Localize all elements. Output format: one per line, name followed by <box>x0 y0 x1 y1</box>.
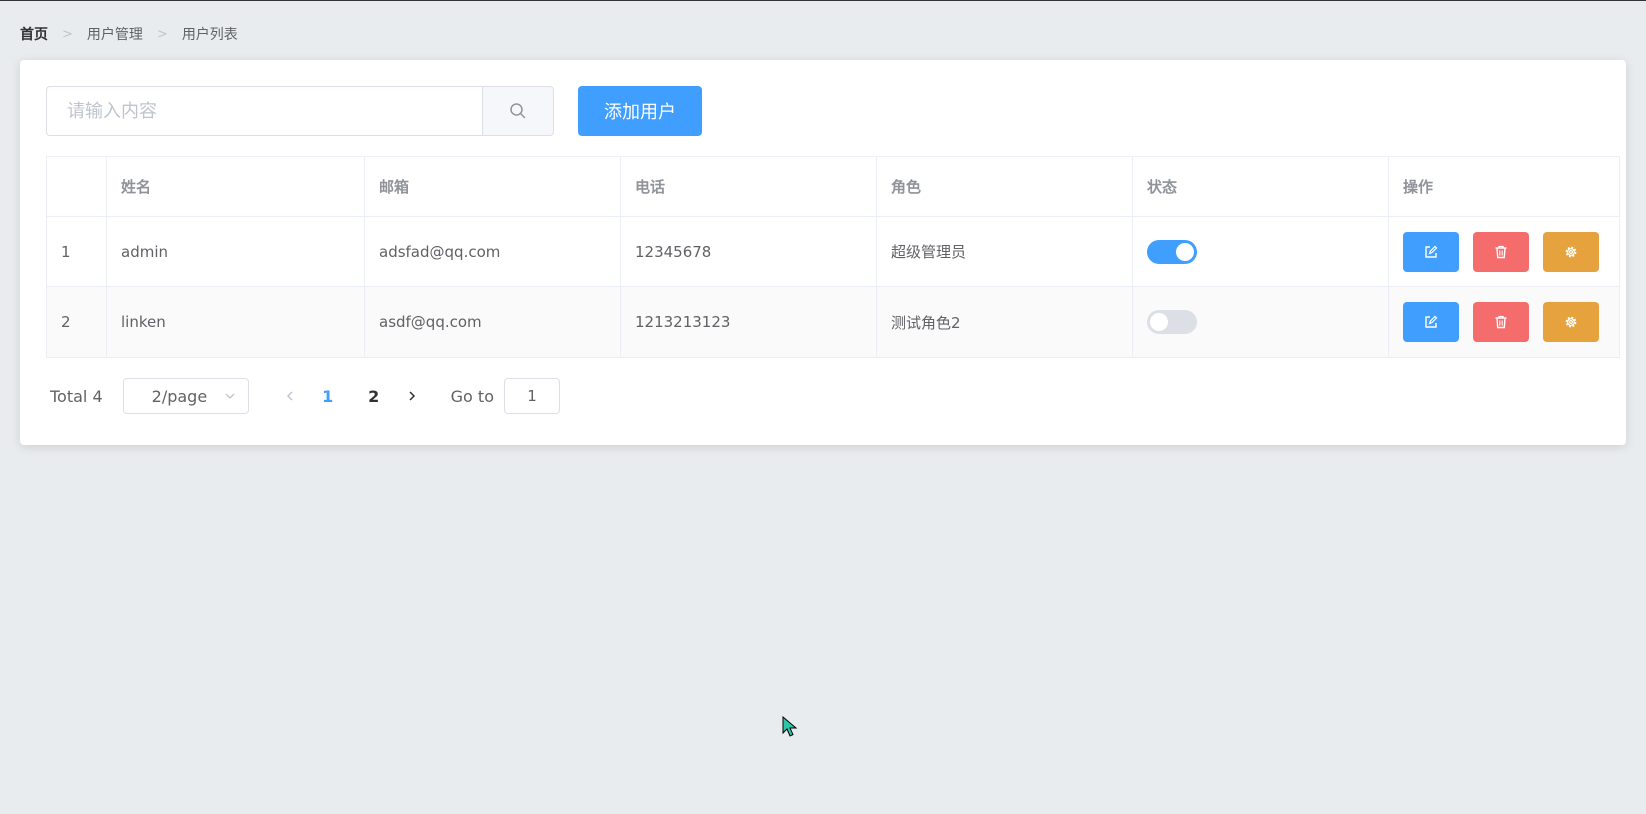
status-toggle[interactable] <box>1147 310 1197 334</box>
search-input[interactable] <box>46 86 482 136</box>
search-button[interactable] <box>482 86 554 136</box>
user-list-card: 添加用户 姓名 邮箱 电话 角色 状态 操作 1 admin adsfad@qq… <box>20 60 1626 445</box>
add-user-button[interactable]: 添加用户 <box>578 86 702 136</box>
header-phone: 电话 <box>621 157 877 216</box>
pagination-total: Total 4 <box>50 386 103 406</box>
row-status <box>1133 217 1389 286</box>
header-name: 姓名 <box>107 157 365 216</box>
header-status: 状态 <box>1133 157 1389 216</box>
edit-button[interactable] <box>1403 231 1459 272</box>
status-toggle[interactable] <box>1147 239 1197 264</box>
page-number-2[interactable]: 2 <box>351 387 397 406</box>
chevron-down-icon <box>225 393 235 399</box>
breadcrumb-user-list: 用户列表 <box>181 27 238 43</box>
delete-button[interactable] <box>1473 302 1529 342</box>
edit-icon <box>1425 315 1438 328</box>
chevron-right-icon <box>409 391 415 401</box>
chevron-right-icon: > <box>62 26 73 42</box>
settings-button[interactable] <box>1543 302 1599 342</box>
edit-icon <box>1425 245 1438 258</box>
row-email: asdf@qq.com <box>365 287 621 357</box>
breadcrumb-home[interactable]: 首页 <box>20 24 48 44</box>
search-icon <box>510 103 526 119</box>
row-index: 2 <box>47 287 107 357</box>
edit-button[interactable] <box>1403 302 1459 342</box>
page-size-select[interactable]: 2/page <box>122 378 249 414</box>
breadcrumb: 首页 > 用户管理 > 用户列表 <box>20 24 238 44</box>
header-email: 邮箱 <box>365 157 621 216</box>
row-actions <box>1389 287 1619 357</box>
header-role: 角色 <box>877 157 1133 216</box>
gear-icon <box>1565 316 1577 328</box>
top-border <box>0 0 1646 1</box>
row-email: adsfad@qq.com <box>365 217 621 286</box>
row-name: linken <box>107 287 365 357</box>
toggle-knob <box>1150 313 1168 331</box>
page-size-value: 2/page <box>151 386 208 406</box>
page-number-1[interactable]: 1 <box>305 387 351 406</box>
chevron-right-icon: > <box>156 26 168 42</box>
table-row: 2 linken asdf@qq.com 1213213123 测试角色2 <box>47 287 1619 357</box>
delete-icon <box>1495 315 1507 329</box>
table-header-row: 姓名 邮箱 电话 角色 状态 操作 <box>47 157 1619 217</box>
delete-button[interactable] <box>1473 231 1529 272</box>
search-group <box>46 86 554 136</box>
delete-icon <box>1495 245 1507 258</box>
prev-page-button[interactable] <box>275 390 305 402</box>
gear-icon <box>1565 246 1577 257</box>
row-status <box>1133 287 1389 357</box>
goto-page-input[interactable] <box>503 378 560 414</box>
row-index: 1 <box>47 217 107 286</box>
header-index <box>47 157 107 216</box>
header-actions: 操作 <box>1403 178 1434 196</box>
next-page-button[interactable] <box>397 390 427 402</box>
user-table: 姓名 邮箱 电话 角色 状态 操作 1 admin adsfad@qq.com … <box>46 156 1620 358</box>
table-row: 1 admin adsfad@qq.com 12345678 超级管理员 <box>47 217 1619 287</box>
chevron-left-icon <box>286 391 293 401</box>
row-phone: 12345678 <box>621 217 877 286</box>
row-phone: 1213213123 <box>621 287 877 357</box>
breadcrumb-user-management: 用户管理 <box>86 27 143 43</box>
goto-label: Go to <box>450 386 494 406</box>
row-role: 测试角色2 <box>877 287 1133 357</box>
row-name: admin <box>107 217 365 286</box>
pagination: Total 4 2/page 1 2 Go to <box>50 378 560 414</box>
row-role: 超级管理员 <box>877 217 1133 286</box>
mouse-cursor-icon <box>782 716 798 737</box>
toggle-knob <box>1176 242 1194 261</box>
row-actions <box>1389 217 1619 286</box>
settings-button[interactable] <box>1543 231 1599 272</box>
